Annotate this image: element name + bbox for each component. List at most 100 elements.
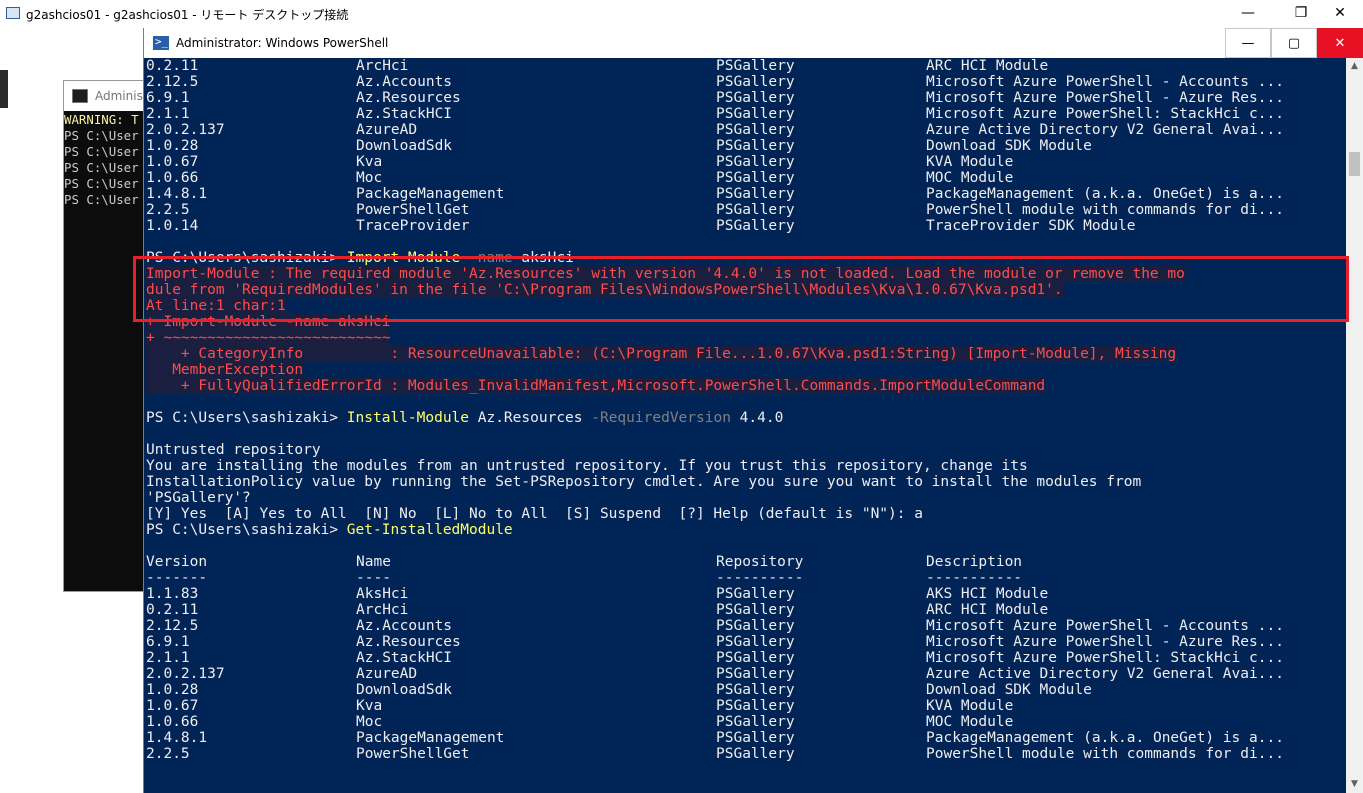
console-output[interactable]: 0.2.11 ArcHci PSGallery ARC HCI Module 2.12.…: [146, 58, 1336, 793]
prompt-line: You are installing the modules from an u…: [146, 458, 1028, 474]
cell-repository: PSGallery: [716, 634, 795, 650]
cell-description: MOC Module: [926, 714, 1014, 730]
cell-name: Moc: [356, 714, 383, 730]
powershell-window[interactable]: >_ Administrator: Windows PowerShell — ▢…: [143, 28, 1363, 793]
cell-version: 1.0.28: [146, 682, 199, 698]
cell-version: 0.2.11: [146, 58, 199, 74]
scrollbar-thumb[interactable]: [1349, 152, 1360, 176]
console-line: PS C:\User: [64, 160, 139, 175]
cell-version: 2.2.5: [146, 202, 190, 218]
cell-description: MOC Module: [926, 170, 1014, 186]
error-text: + CategoryInfo : ResourceUnavailable: (C…: [146, 346, 1177, 362]
table-row: 1.0.28 DownloadSdk PSGallery Download SDK M…: [146, 682, 1336, 698]
table-row: 2.12.5 Az.Accounts PSGallery Microsoft Azur…: [146, 74, 1336, 90]
cell-version: 1.0.66: [146, 714, 199, 730]
cell-description: Azure Active Directory V2 General Avai..…: [926, 666, 1284, 682]
table-row: 1.4.8.1 PackageManagement PSGallery Package…: [146, 186, 1336, 202]
ps-minimize-button[interactable]: —: [1225, 28, 1271, 58]
cell-repository: PSGallery: [716, 586, 795, 602]
table-row: 2.0.2.137 AzureAD PSGallery Azure Active Di…: [146, 666, 1336, 682]
remote-close-button[interactable]: ✕: [1317, 0, 1363, 28]
cell-version: 2.0.2.137: [146, 666, 225, 682]
cell-description: ARC HCI Module: [926, 58, 1049, 74]
cell-name: DownloadSdk: [356, 682, 453, 698]
ps-close-button[interactable]: ✕: [1317, 28, 1363, 58]
cell-version: 1.0.28: [146, 138, 199, 154]
command-name: Get-InstalledModule: [346, 522, 513, 538]
table-row: 2.0.2.137 AzureAD PSGallery Azure Active Di…: [146, 122, 1336, 138]
header-name: Name: [356, 554, 391, 570]
cell-version: 2.2.5: [146, 746, 190, 762]
table-row: 2.2.5 PowerShellGet PSGallery PowerShell mo…: [146, 202, 1336, 218]
table-row: 1.0.66 Moc PSGallery MOC Module: [146, 170, 1336, 186]
underline-name: ----: [356, 570, 391, 586]
cell-name: Kva: [356, 154, 383, 170]
ps-maximize-button[interactable]: ▢: [1271, 28, 1317, 58]
cell-description: PowerShell module with commands for di..…: [926, 746, 1284, 762]
console-line: PS C:\User: [64, 176, 139, 191]
cell-name: Az.Accounts: [356, 618, 453, 634]
table-row: 1.0.67 Kva PSGallery KVA Module: [146, 154, 1336, 170]
scroll-up-arrow-icon[interactable]: ▲: [1346, 58, 1363, 75]
cell-repository: PSGallery: [716, 154, 795, 170]
cell-name: AzureAD: [356, 666, 418, 682]
table-row: 2.1.1 Az.StackHCI PSGallery Microsoft Azure…: [146, 106, 1336, 122]
cell-name: PackageManagement: [356, 730, 505, 746]
cell-name: Az.StackHCI: [356, 106, 453, 122]
table-row: 0.2.11 ArcHci PSGallery ARC HCI Module: [146, 602, 1336, 618]
underline-description: -----------: [926, 570, 1023, 586]
command-parameter: -RequiredVersion: [582, 410, 731, 426]
prompt-line: 'PSGallery'?: [146, 490, 251, 506]
cell-repository: PSGallery: [716, 218, 795, 234]
cell-repository: PSGallery: [716, 106, 795, 122]
cell-description: Microsoft Azure PowerShell: StackHci c..…: [926, 106, 1284, 122]
table-row: 6.9.1 Az.Resources PSGallery Microsoft Azur…: [146, 634, 1336, 650]
cell-name: Moc: [356, 170, 383, 186]
table-row: 1.0.67 Kva PSGallery KVA Module: [146, 698, 1336, 714]
cell-repository: PSGallery: [716, 698, 795, 714]
cell-name: PowerShellGet: [356, 746, 470, 762]
cell-description: Microsoft Azure PowerShell: StackHci c..…: [926, 650, 1284, 666]
cell-name: Az.StackHCI: [356, 650, 453, 666]
background-console-title: Administ: [95, 89, 148, 103]
cell-version: 0.2.11: [146, 602, 199, 618]
cell-repository: PSGallery: [716, 186, 795, 202]
cell-name: ArcHci: [356, 602, 409, 618]
vertical-scrollbar[interactable]: ▲ ▼: [1346, 58, 1363, 793]
error-text: + ~~~~~~~~~~~~~~~~~~~~~~~~~~: [146, 330, 391, 346]
cell-version: 2.1.1: [146, 106, 190, 122]
cell-name: PowerShellGet: [356, 202, 470, 218]
cell-repository: PSGallery: [716, 730, 795, 746]
header-version: Version: [146, 554, 208, 570]
module-table-bottom: 1.1.83 AksHci PSGallery AKS HCI Module 0.2.1…: [146, 586, 1336, 762]
background-console-window[interactable]: Administ WARNING: T PS C:\User PS C:\User P…: [63, 80, 155, 592]
install-command-line: PS C:\Users\sashizaki> Install-Module Az…: [146, 410, 1336, 426]
table-row: 2.1.1 Az.StackHCI PSGallery Microsoft Azure…: [146, 650, 1336, 666]
error-highlight-box: [133, 256, 1349, 322]
table-row: 1.1.83 AksHci PSGallery AKS HCI Module: [146, 586, 1336, 602]
error-text: + FullyQualifiedErrorId : Modules_Invali…: [146, 378, 1046, 394]
powershell-titlebar[interactable]: >_ Administrator: Windows PowerShell — ▢…: [144, 28, 1363, 58]
scroll-down-arrow-icon[interactable]: ▼: [1346, 776, 1363, 793]
cell-repository: PSGallery: [716, 618, 795, 634]
cell-description: TraceProvider SDK Module: [926, 218, 1136, 234]
remote-minimize-button[interactable]: —: [1225, 0, 1271, 28]
table-header-underline: ------- ---- ---------- -----------: [146, 570, 1336, 586]
remote-desktop-titlebar: g2ashcios01 - g2ashcios01 - リモート デスクトップ接…: [0, 0, 1363, 28]
error-line: + ~~~~~~~~~~~~~~~~~~~~~~~~~~: [146, 330, 1336, 346]
table-row: 1.0.14 TraceProvider PSGallery TraceProvide…: [146, 218, 1336, 234]
table-row: 2.12.5 Az.Accounts PSGallery Microsoft Azur…: [146, 618, 1336, 634]
table-row: 2.2.5 PowerShellGet PSGallery PowerShell mo…: [146, 746, 1336, 762]
cell-repository: PSGallery: [716, 122, 795, 138]
prompt-line: Untrusted repository: [146, 442, 321, 458]
background-console-titlebar[interactable]: Administ: [64, 81, 154, 111]
module-table-top: 0.2.11 ArcHci PSGallery ARC HCI Module 2.12.…: [146, 58, 1336, 234]
cell-name: DownloadSdk: [356, 138, 453, 154]
cell-repository: PSGallery: [716, 650, 795, 666]
error-text: MemberException: [146, 362, 304, 378]
table-row: 6.9.1 Az.Resources PSGallery Microsoft Azur…: [146, 90, 1336, 106]
prompt: PS C:\Users\sashizaki>: [146, 522, 347, 538]
powershell-prompt-glyph-icon: >_: [155, 35, 169, 48]
background-console-output: WARNING: T PS C:\User PS C:\User PS C:\User…: [64, 112, 139, 208]
